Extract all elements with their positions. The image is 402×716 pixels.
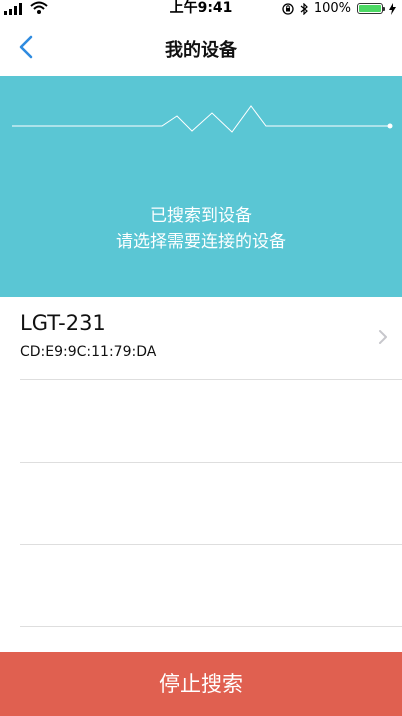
bluetooth-icon — [300, 2, 308, 15]
list-divider — [20, 379, 402, 380]
battery-icon — [357, 3, 385, 14]
banner-found-text: 已搜索到设备 — [150, 206, 252, 226]
device-name: LGT-231 — [20, 311, 106, 335]
search-banner: 已搜索到设备 请选择需要连接的设备 — [0, 76, 402, 297]
signal-wave-graphic — [12, 105, 393, 133]
device-list-item[interactable]: LGT-231 CD:E9:9C:11:79:DA — [0, 297, 402, 379]
device-list: LGT-231 CD:E9:9C:11:79:DA — [0, 297, 402, 652]
list-divider — [20, 462, 402, 463]
list-divider — [20, 626, 402, 627]
charging-icon — [389, 2, 396, 15]
battery-percent: 100% — [313, 1, 351, 16]
device-mac-address: CD:E9:9C:11:79:DA — [20, 344, 157, 360]
list-divider — [20, 544, 402, 545]
nav-bar: 我的设备 — [0, 18, 402, 76]
page-title: 我的设备 — [165, 40, 237, 61]
chevron-right-icon — [379, 330, 387, 344]
battery-fill — [359, 5, 381, 12]
orientation-lock-icon — [282, 2, 294, 15]
status-right: 100% — [282, 0, 396, 17]
banner-instruction-text: 请选择需要连接的设备 — [116, 232, 286, 252]
status-bar: 上午9:41 100% — [0, 0, 402, 18]
stop-search-button[interactable]: 停止搜索 — [0, 652, 402, 716]
